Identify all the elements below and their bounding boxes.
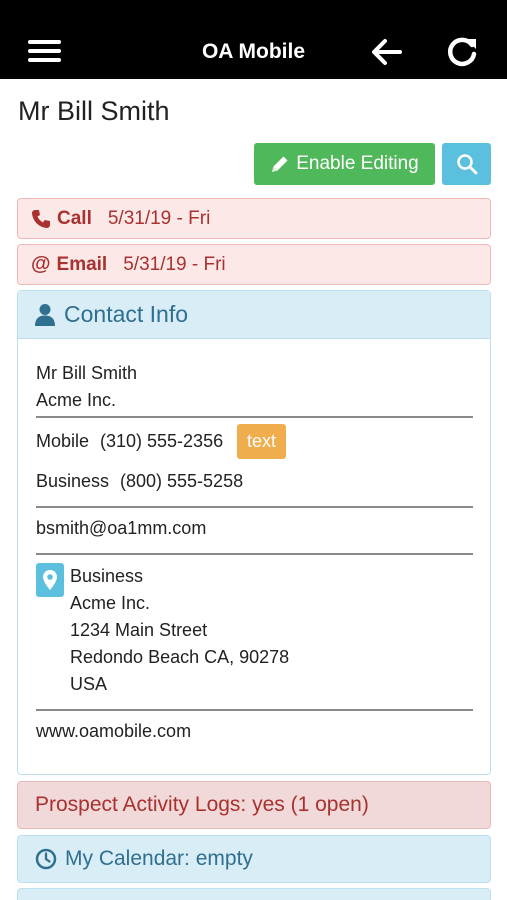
search-icon <box>456 154 477 175</box>
search-button[interactable] <box>442 143 491 185</box>
business-phone-label: Business <box>36 471 110 491</box>
page-title: Mr Bill Smith <box>18 96 170 126</box>
contact-name: Mr Bill Smith <box>36 363 138 383</box>
next-panel[interactable] <box>17 888 491 900</box>
mobile-number-link[interactable]: (310) 555-2356 <box>100 431 223 452</box>
contact-info-title: Contact Info <box>64 301 189 327</box>
activity-date: 5/31/19 - Fri <box>107 207 211 229</box>
mobile-label: Mobile <box>36 431 90 451</box>
divider <box>36 553 473 555</box>
phone-icon <box>32 209 50 228</box>
activity-kind: Call <box>57 207 92 229</box>
enable-editing-label: Enable Editing <box>296 153 419 174</box>
address-line2[interactable]: 1234 Main Street <box>70 620 207 641</box>
contact-info-header[interactable]: Contact Info <box>18 291 490 339</box>
clock-icon <box>35 848 57 870</box>
enable-editing-button[interactable]: Enable Editing <box>254 143 435 185</box>
activity-date: 5/31/19 - Fri <box>123 253 226 275</box>
prospect-activity-logs-label: Prospect Activity Logs: yes (1 open) <box>35 793 369 816</box>
contact-info-panel: Contact Info Mr Bill Smith Acme Inc. Mob… <box>17 290 491 775</box>
activity-row-email[interactable]: @ Email 5/31/19 - Fri <box>17 244 491 285</box>
map-marker-icon[interactable] <box>36 563 64 597</box>
business-phone-link[interactable]: (800) 555-5258 <box>120 471 243 492</box>
contact-company: Acme Inc. <box>36 390 117 410</box>
text-message-button[interactable]: text <box>237 424 286 459</box>
divider <box>36 709 473 711</box>
divider <box>36 416 473 418</box>
divider <box>36 506 473 508</box>
at-icon: @ <box>31 253 51 275</box>
address-label: Business <box>70 566 144 586</box>
user-icon <box>35 303 55 326</box>
address-line3[interactable]: Redondo Beach CA, 90278 <box>70 647 289 668</box>
my-calendar-panel[interactable]: My Calendar: empty <box>17 835 491 883</box>
pencil-icon <box>272 156 288 172</box>
app-title: OA Mobile <box>201 40 306 63</box>
refresh-icon[interactable] <box>445 35 479 69</box>
prospect-activity-logs-panel[interactable]: Prospect Activity Logs: yes (1 open) <box>17 781 491 829</box>
activity-row-call[interactable]: Call 5/31/19 - Fri <box>17 198 491 239</box>
address-line1[interactable]: Acme Inc. <box>70 593 150 614</box>
my-calendar-label: My Calendar: empty <box>65 847 253 870</box>
email-link[interactable]: bsmith@oa1mm.com <box>36 518 206 539</box>
top-nav-bar: OA Mobile <box>0 0 507 79</box>
activity-kind: Email <box>56 253 108 275</box>
arrow-left-icon[interactable] <box>371 36 403 68</box>
website-link[interactable]: www.oamobile.com <box>36 721 191 742</box>
address-line4[interactable]: USA <box>70 674 107 695</box>
